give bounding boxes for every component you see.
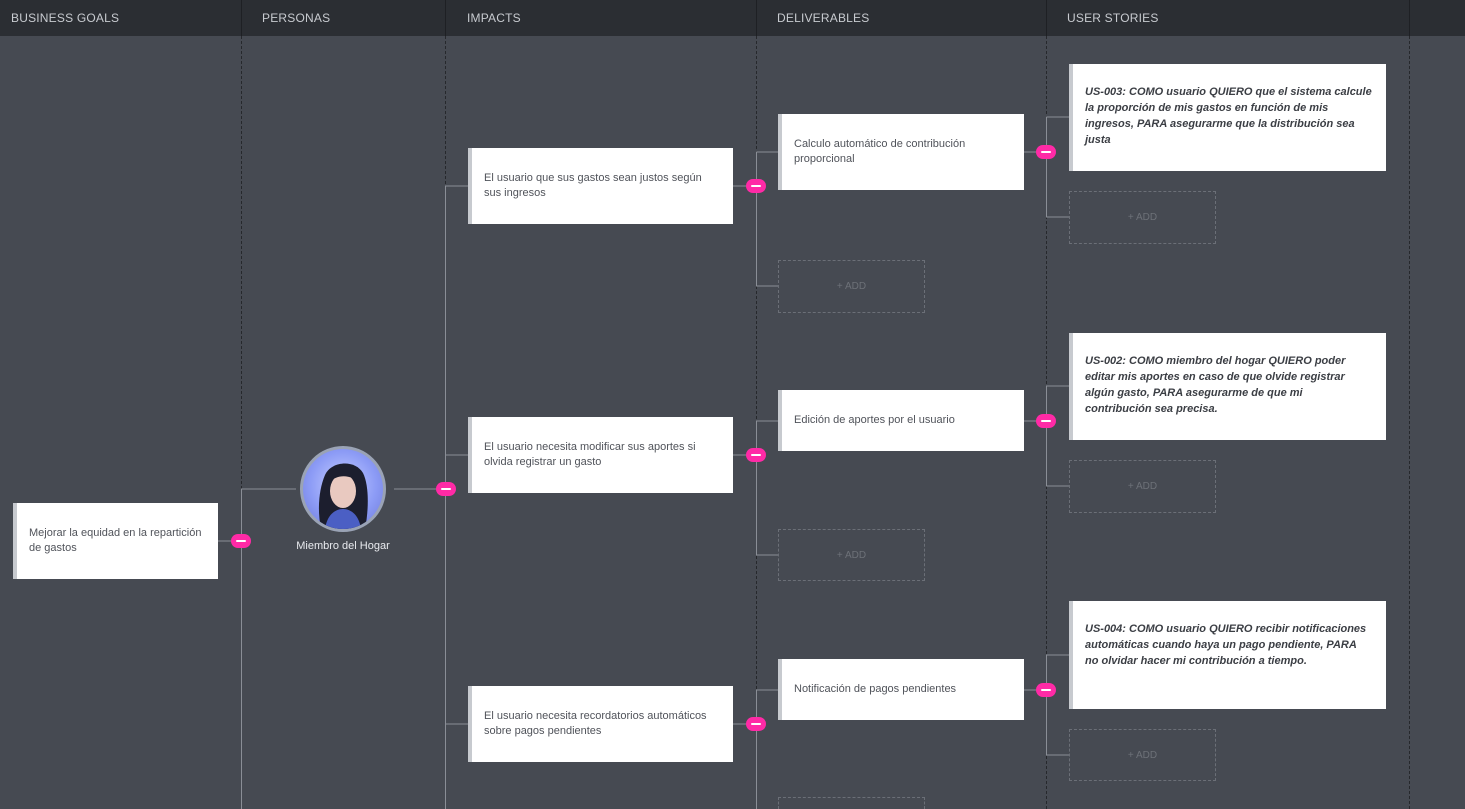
goal-text: Mejorar la equidad en la repartición de … <box>29 527 202 554</box>
goal-card[interactable]: Mejorar la equidad en la repartición de … <box>13 503 218 579</box>
add-user-story-button[interactable]: + ADD <box>1069 729 1216 781</box>
collapse-deliverable-button[interactable] <box>1036 683 1056 697</box>
user-story-text: US-002: COMO miembro del hogar QUIERO po… <box>1085 355 1346 415</box>
collapse-deliverable-button[interactable] <box>1036 414 1056 428</box>
impact-card[interactable]: El usuario necesita modificar sus aporte… <box>468 417 733 493</box>
user-story-text: US-004: COMO usuario QUIERO recibir noti… <box>1085 623 1367 667</box>
deliverable-text: Notificación de pagos pendientes <box>794 683 957 695</box>
collapse-impact-button[interactable] <box>746 448 766 462</box>
deliverable-card[interactable]: Notificación de pagos pendientes <box>778 659 1024 720</box>
persona-name: Miembro del Hogar <box>296 540 390 552</box>
user-avatar-photo-icon <box>318 463 368 529</box>
add-deliverable-button[interactable] <box>778 797 925 809</box>
impact-text: El usuario que sus gastos sean justos se… <box>484 172 702 199</box>
user-story-card[interactable]: US-004: COMO usuario QUIERO recibir noti… <box>1069 601 1386 709</box>
persona-avatar[interactable] <box>300 446 386 532</box>
impact-text: El usuario necesita modificar sus aporte… <box>484 441 696 468</box>
add-user-story-button[interactable]: + ADD <box>1069 460 1216 513</box>
collapse-impact-button[interactable] <box>746 179 766 193</box>
deliverable-text: Edición de aportes por el usuario <box>794 414 955 426</box>
collapse-goal-button[interactable] <box>231 534 251 548</box>
add-user-story-button[interactable]: + ADD <box>1069 191 1216 244</box>
collapse-impact-button[interactable] <box>746 717 766 731</box>
user-story-text: US-003: COMO usuario QUIERO que el siste… <box>1085 86 1372 146</box>
add-deliverable-button[interactable]: + ADD <box>778 529 925 581</box>
user-story-card[interactable]: US-002: COMO miembro del hogar QUIERO po… <box>1069 333 1386 440</box>
deliverable-text: Calculo automático de contribución propo… <box>794 138 966 165</box>
user-story-card[interactable]: US-003: COMO usuario QUIERO que el siste… <box>1069 64 1386 171</box>
collapse-deliverable-button[interactable] <box>1036 145 1056 159</box>
add-deliverable-button[interactable]: + ADD <box>778 260 925 313</box>
impact-text: El usuario necesita recordatorios automá… <box>484 710 707 737</box>
deliverable-card[interactable]: Calculo automático de contribución propo… <box>778 114 1024 190</box>
deliverable-card[interactable]: Edición de aportes por el usuario <box>778 390 1024 451</box>
impact-card[interactable]: El usuario que sus gastos sean justos se… <box>468 148 733 224</box>
collapse-persona-button[interactable] <box>436 482 456 496</box>
impact-card[interactable]: El usuario necesita recordatorios automá… <box>468 686 733 762</box>
